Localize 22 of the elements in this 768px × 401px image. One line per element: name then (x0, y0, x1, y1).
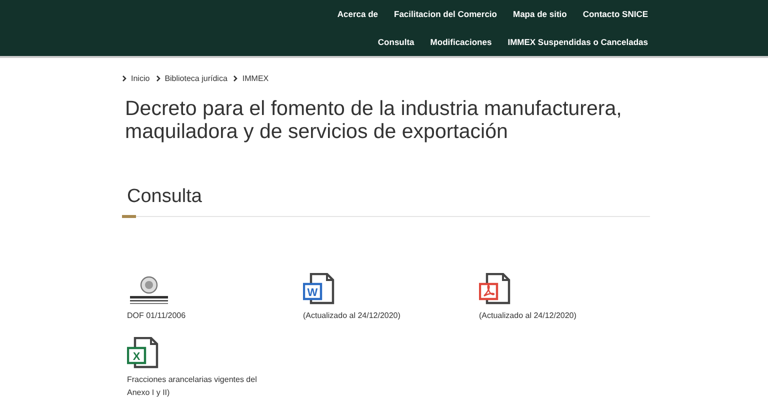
nav-link[interactable]: Modificaciones (430, 37, 492, 47)
emblem-logo-icon[interactable] (127, 275, 171, 305)
nav-link[interactable]: Facilitacion del Comercio (394, 9, 497, 19)
chevron-icon (122, 75, 127, 82)
nav-link[interactable]: Contacto SNICE (582, 9, 648, 19)
breadcrumb-link[interactable]: Biblioteca jurídica (164, 74, 228, 83)
nav-link[interactable]: IMMEX Suspendidas o Canceladas (508, 37, 648, 47)
chevron-icon (156, 75, 161, 82)
nav-link[interactable]: Acerca de (337, 9, 378, 19)
file-label[interactable]: Fracciones arancelarias vigentes del Anexo I y II) (127, 373, 277, 399)
accent-bar (122, 215, 136, 218)
nav-link[interactable]: Consulta (378, 37, 414, 47)
file-label[interactable]: (Actualizado al 24/12/2020) (479, 309, 629, 322)
section-heading: Consulta (127, 185, 203, 209)
file-label[interactable]: DOF 01/11/2006 (127, 309, 277, 322)
nav-link[interactable]: Mapa de sitio (512, 9, 567, 19)
file-label[interactable]: (Actualizado al 24/12/2020) (303, 309, 453, 322)
breadcrumb-link[interactable]: IMMEX (242, 74, 269, 83)
page-title: Decreto para el fomento de la industria manufacturera, maquiladora y de servicios de exportación (125, 97, 623, 143)
chevron-icon (233, 75, 238, 82)
pdf-document-icon[interactable] (479, 273, 511, 305)
breadcrumb-link[interactable]: Inicio (131, 74, 150, 83)
